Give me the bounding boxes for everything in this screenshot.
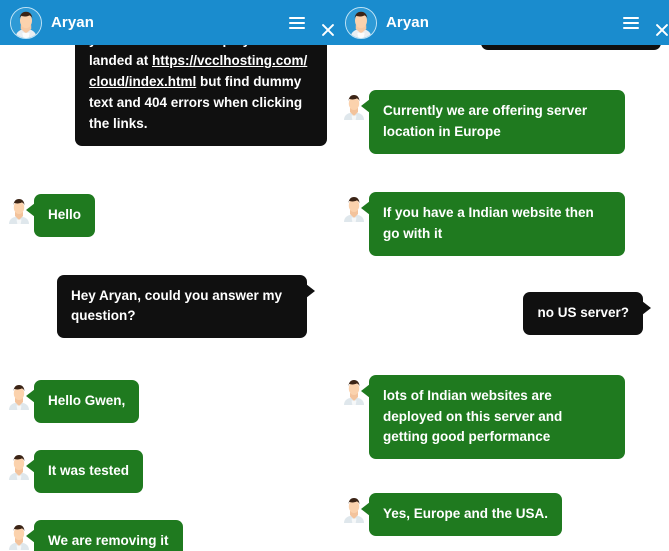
message-text: Currently we are offering server locatio…: [383, 103, 588, 139]
message-row: Yes, Europe and the USA.: [343, 493, 661, 537]
message-row: It was tested: [8, 450, 327, 494]
message-row: Hello: [8, 193, 327, 237]
chat-panel-left: Aryan your website taken up by Antler. I…: [0, 0, 335, 551]
header-avatar-icon[interactable]: [345, 6, 377, 39]
header-actions-left: [289, 16, 335, 36]
message-list-left[interactable]: your website taken up by Antler. I lande…: [0, 0, 335, 551]
message-text: lots of Indian websites are deployed on …: [383, 387, 563, 445]
message-bubble: We are removing it: [26, 520, 183, 551]
message-bubble: It was tested: [25, 450, 144, 494]
message-row: Hey Aryan, could you answer my question?: [8, 274, 315, 339]
message-list-right[interactable]: Currently we are offering server locatio…: [335, 0, 669, 551]
message-text: Hey Aryan, could you answer my question?: [71, 287, 283, 324]
message-bubble: Yes, Europe and the USA.: [360, 493, 563, 537]
message-text: It was tested: [48, 463, 130, 479]
chat-panel-right: Aryan Currently we are offering server l…: [335, 0, 669, 551]
message-text: Hello: [48, 206, 82, 222]
header-avatar-icon[interactable]: [10, 6, 42, 39]
message-bubble: Currently we are offering server locatio…: [361, 90, 625, 154]
message-text: We are removing it: [48, 533, 169, 549]
message-row: If you have a Indian website then go wit…: [343, 191, 661, 256]
message-text: Yes, Europe and the USA.: [383, 506, 549, 522]
message-text: Hello Gwen,: [48, 393, 126, 409]
message-text: no US server?: [537, 304, 629, 320]
menu-button-right[interactable]: [623, 16, 639, 29]
menu-button-left[interactable]: [289, 16, 305, 29]
message-bubble: lots of Indian websites are deployed on …: [361, 374, 625, 460]
header-title-right: Aryan: [386, 14, 430, 31]
chat-app: Aryan your website taken up by Antler. I…: [0, 0, 669, 551]
message-row: no US server?: [343, 291, 651, 335]
chat-header-right: Aryan: [335, 0, 669, 45]
message-bubble: no US server?: [523, 291, 651, 335]
header-title-left: Aryan: [51, 14, 95, 31]
message-bubble: If you have a Indian website then go wit…: [361, 191, 625, 256]
hamburger-icon: [623, 16, 639, 29]
message-row: We are removing it: [8, 520, 327, 551]
message-row: lots of Indian websites are deployed on …: [343, 374, 661, 460]
message-row: Currently we are offering server locatio…: [343, 90, 661, 154]
message-bubble: Hello: [25, 193, 96, 237]
message-text: If you have a Indian website then go wit…: [383, 204, 594, 241]
message-bubble: Hey Aryan, could you answer my question?: [57, 274, 315, 339]
message-row: Hello Gwen,: [8, 380, 327, 424]
header-actions-right: [623, 16, 669, 36]
hamburger-icon: [289, 16, 305, 29]
message-bubble: Hello Gwen,: [25, 380, 140, 424]
chat-header-left: Aryan: [0, 0, 335, 45]
